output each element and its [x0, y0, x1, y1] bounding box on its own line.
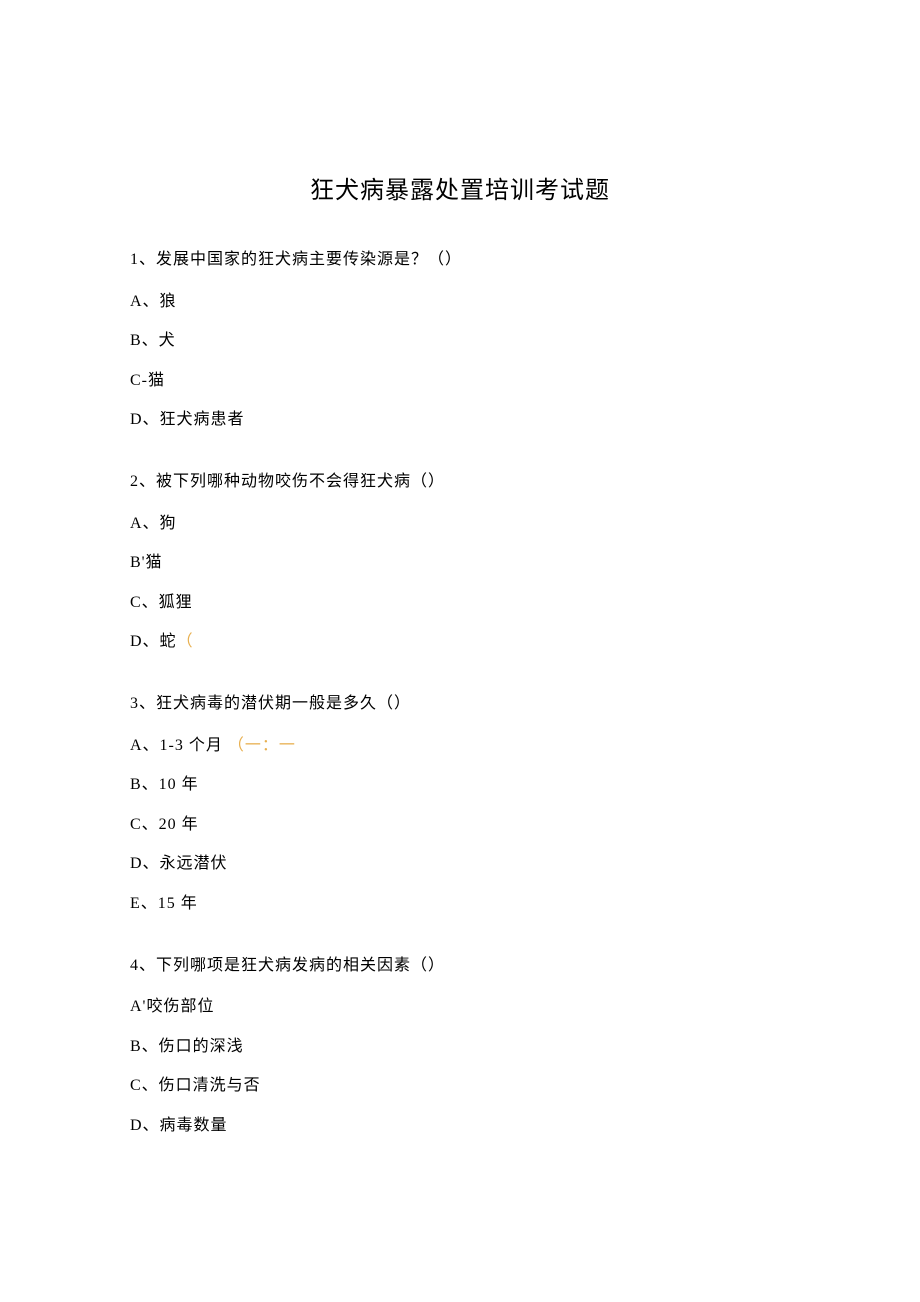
question-4: 4、下列哪项是狂犬病发病的相关因素（） A'咬伤部位 B、伤口的深浅 C、伤口清… [130, 953, 790, 1139]
option-e: E、15 年 [130, 891, 790, 917]
option-a: A、狼 [130, 289, 790, 315]
option-b: B、伤口的深浅 [130, 1034, 790, 1060]
question-prompt: 3、狂犬病毒的潜伏期一般是多久（） [130, 691, 790, 717]
option-c: C、伤口清洗与否 [130, 1073, 790, 1099]
option-d: D、蛇（ [130, 629, 790, 655]
highlight-mark: （一：一 [228, 737, 296, 754]
option-d: D、病毒数量 [130, 1113, 790, 1139]
question-prompt: 4、下列哪项是狂犬病发病的相关因素（） [130, 953, 790, 979]
question-prompt: 1、发展中国家的狂犬病主要传染源是？（） [130, 247, 790, 273]
option-c: C、狐狸 [130, 590, 790, 616]
option-c: C、20 年 [130, 812, 790, 838]
option-c: C-猫 [130, 368, 790, 394]
question-2: 2、被下列哪种动物咬伤不会得狂犬病（） A、狗 B'猫 C、狐狸 D、蛇（ [130, 469, 790, 655]
page-title: 狂犬病暴露处置培训考试题 [130, 170, 790, 205]
option-b: B、10 年 [130, 772, 790, 798]
option-a: A、狗 [130, 511, 790, 537]
option-a: A'咬伤部位 [130, 994, 790, 1020]
option-d: D、狂犬病患者 [130, 407, 790, 433]
question-3: 3、狂犬病毒的潜伏期一般是多久（） A、1-3 个月 （一：一 B、10 年 C… [130, 691, 790, 917]
option-b: B'猫 [130, 550, 790, 576]
option-b: B、犬 [130, 328, 790, 354]
question-prompt: 2、被下列哪种动物咬伤不会得狂犬病（） [130, 469, 790, 495]
option-text: D、蛇 [130, 633, 177, 650]
option-text: A、1-3 个月 [130, 737, 223, 754]
question-1: 1、发展中国家的狂犬病主要传染源是？（） A、狼 B、犬 C-猫 D、狂犬病患者 [130, 247, 790, 433]
option-d: D、永远潜伏 [130, 851, 790, 877]
option-a: A、1-3 个月 （一：一 [130, 733, 790, 759]
highlight-mark: （ [177, 633, 194, 650]
